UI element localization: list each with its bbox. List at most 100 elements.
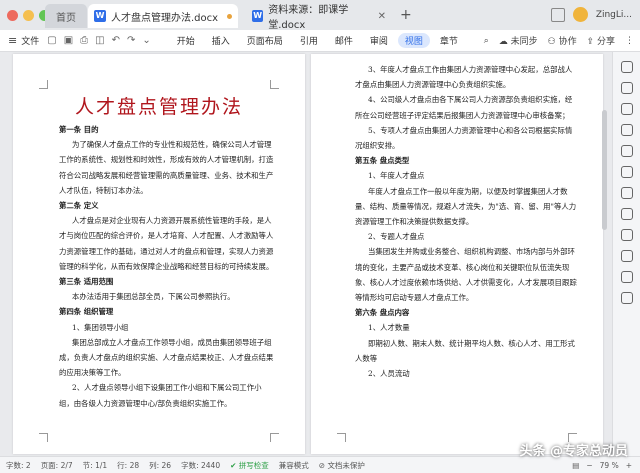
tab-layout[interactable]: 页面布局 bbox=[247, 34, 283, 47]
word-doc-icon: W bbox=[252, 10, 264, 22]
avatar[interactable] bbox=[572, 7, 588, 22]
right-tool-panel bbox=[612, 52, 640, 456]
watermark: 头条 @专家总动员 bbox=[519, 444, 628, 459]
paragraph: 为了确保人才盘点工作的专业性和规范性，确保公司人才管理工作的系统性、规划性和时效… bbox=[59, 140, 274, 195]
tab-mail[interactable]: 邮件 bbox=[335, 34, 353, 47]
status-row: 行: 28 bbox=[117, 460, 140, 470]
view-controls: ▤ − 79 % + bbox=[572, 461, 640, 470]
status-word-count[interactable]: 字数: 2440 bbox=[181, 460, 220, 471]
word-doc-icon: W bbox=[94, 10, 106, 22]
section-heading: 第五条 盘点类型 bbox=[355, 156, 410, 166]
paragraph: 本办法适用于集团总部全员，下属公司参照执行。 bbox=[72, 292, 235, 302]
crop-mark bbox=[39, 80, 48, 89]
collab-button[interactable]: ⚇ 协作 bbox=[548, 34, 577, 47]
shape-icon[interactable] bbox=[620, 124, 633, 136]
crop-mark bbox=[337, 433, 346, 442]
paragraph: 1、人才数量 bbox=[368, 323, 410, 333]
status-words[interactable]: 字数: 2 bbox=[6, 460, 31, 471]
settings-icon[interactable] bbox=[620, 229, 633, 241]
save-icon[interactable]: ▣ bbox=[64, 35, 73, 46]
spell-check-toggle[interactable]: ✔ 拼写检查 bbox=[230, 460, 269, 471]
undo-icon[interactable]: ↶ bbox=[112, 35, 120, 46]
new-tab-button[interactable]: + bbox=[400, 7, 412, 23]
menu-icon[interactable]: ≡ bbox=[8, 34, 17, 47]
close-window-button[interactable] bbox=[7, 9, 18, 21]
window-controls bbox=[7, 9, 50, 21]
document-title: 人才盘点管理办法 bbox=[74, 96, 243, 118]
tab-section[interactable]: 章节 bbox=[440, 34, 458, 47]
history-icon[interactable] bbox=[620, 271, 633, 283]
more-icon[interactable]: ⌄ bbox=[142, 35, 150, 46]
pen-icon[interactable] bbox=[620, 103, 633, 115]
ribbon-tabs: 开始 插入 页面布局 引用 邮件 审阅 视图 章节 bbox=[177, 33, 458, 48]
document-page-2[interactable]: 3、年度人才盘点工作由集团人力资源管理中心发起，总部战人才盘点由集团人力资源管理… bbox=[311, 54, 603, 454]
spell-check-label: 拼写检查 bbox=[238, 460, 269, 470]
document-page-1[interactable]: 人才盘点管理办法 第一条 目的 为了确保人才盘点工作的专业性和规范性，确保公司人才… bbox=[13, 54, 305, 454]
file-menu[interactable]: 文件 bbox=[21, 34, 39, 47]
more-menu-icon[interactable]: ⋮ bbox=[625, 36, 634, 46]
tab-home[interactable]: 首页 bbox=[45, 4, 87, 28]
paragraph: 1、年度人才盘点 bbox=[368, 171, 425, 181]
tab-reference[interactable]: 引用 bbox=[300, 34, 318, 47]
menu-right-tools: ⌕ ☁ 未同步 ⚇ 协作 ⇪ 分享 ⋮ bbox=[484, 34, 634, 48]
status-section: 节: 1/1 bbox=[82, 460, 108, 470]
translate-icon[interactable] bbox=[620, 166, 633, 178]
preview-icon[interactable]: ◫ bbox=[95, 35, 104, 46]
print-icon[interactable]: ⎙ bbox=[80, 35, 88, 46]
zoom-level[interactable]: 79 % bbox=[600, 461, 619, 470]
user-name[interactable]: ZingLi... bbox=[596, 10, 632, 20]
compass-icon[interactable] bbox=[620, 250, 633, 262]
search-icon[interactable]: ⌕ bbox=[484, 36, 489, 46]
sync-status[interactable]: ☁ 未同步 bbox=[499, 34, 538, 47]
select-icon[interactable] bbox=[620, 82, 633, 94]
paragraph: 年度人才盘点工作一般以年度为期，以便及时掌握集团人才数量、结构、质量等情况，规避… bbox=[355, 186, 577, 227]
paragraph: 当集团发生并购或业务整合、组织机构调整、市场内部与外部环境的变化，主要产品或技术… bbox=[355, 247, 577, 303]
redo-icon[interactable]: ↷ bbox=[127, 35, 135, 46]
section-heading: 第六条 盘点内容 bbox=[355, 308, 410, 318]
compat-mode: 兼容模式 bbox=[278, 460, 309, 470]
tab-view[interactable]: 视图 bbox=[397, 33, 430, 48]
section-heading: 第二条 定义 bbox=[59, 201, 99, 211]
image-icon[interactable] bbox=[620, 187, 633, 199]
paragraph: 1、集团领导小组 bbox=[72, 322, 129, 332]
status-column: 列: 26 bbox=[149, 460, 172, 470]
vertical-scrollbar[interactable] bbox=[602, 110, 607, 230]
view-mode-icon[interactable]: ▤ bbox=[572, 461, 579, 470]
adjust-icon[interactable] bbox=[620, 61, 633, 73]
page-1-body[interactable]: 第一条 目的 为了确保人才盘点工作的专业性和规范性，确保公司人才管理工作的系统性、… bbox=[59, 122, 275, 411]
tab-document-label: 人才盘点管理办法.docx bbox=[111, 12, 219, 24]
tab-document-2-label: 资料来源：即课学堂.docx bbox=[268, 5, 349, 31]
unsaved-dot-icon bbox=[227, 13, 232, 19]
window-layout-icon[interactable] bbox=[550, 7, 565, 22]
paragraph: 5、专项人才盘点由集团人力资源管理中心和各公司根据实际情况组织安排。 bbox=[355, 125, 573, 151]
new-doc-icon[interactable]: ▢ bbox=[47, 35, 56, 46]
tab-review[interactable]: 审阅 bbox=[370, 34, 388, 47]
section-heading: 第四条 组织管理 bbox=[59, 307, 114, 317]
sync-status-label: 未同步 bbox=[510, 37, 538, 47]
tab-document-active[interactable]: W 人才盘点管理办法.docx bbox=[88, 4, 238, 28]
document-canvas[interactable]: 人才盘点管理办法 第一条 目的 为了确保人才盘点工作的专业性和规范性，确保公司人才… bbox=[0, 52, 612, 456]
zoom-in-button[interactable]: + bbox=[626, 461, 632, 470]
protect-label: 文档未保护 bbox=[327, 460, 365, 470]
bookmark-icon[interactable] bbox=[620, 208, 633, 220]
tab-insert[interactable]: 插入 bbox=[212, 34, 230, 47]
crop-mark bbox=[39, 433, 48, 442]
zoom-out-button[interactable]: − bbox=[586, 461, 592, 470]
tab-home-label: 首页 bbox=[56, 12, 76, 24]
status-page[interactable]: 页面: 2/7 bbox=[41, 460, 73, 471]
paragraph: 集团总部成立人才盘点工作领导小组，成员由集团领导班子组成，负责人才盘点的组织实施… bbox=[59, 337, 274, 378]
shield-icon[interactable] bbox=[620, 145, 633, 157]
quick-tools: ▢ ▣ ⎙ ◫ ↶ ↷ ⌄ bbox=[47, 35, 151, 46]
help-icon[interactable] bbox=[620, 292, 633, 304]
minimize-window-button[interactable] bbox=[23, 9, 34, 21]
paragraph: 即期初人数、期末人数、统计期平均人数、核心人才、用工形式人数等 bbox=[355, 338, 575, 363]
tab-document-2[interactable]: W 资料来源：即课学堂.docx ✕ bbox=[246, 4, 392, 31]
close-tab-icon[interactable]: ✕ bbox=[378, 11, 386, 22]
paragraph: 3、年度人才盘点工作由集团人力资源管理中心发起，总部战人才盘点由集团人力资源管理… bbox=[355, 65, 573, 90]
protect-status[interactable]: ⊘ 文档未保护 bbox=[319, 460, 365, 471]
paragraph: 2、专题人才盘点 bbox=[368, 232, 425, 242]
share-label: 分享 bbox=[596, 37, 615, 47]
page-2-body[interactable]: 3、年度人才盘点工作由集团人力资源管理中心发起，总部战人才盘点由集团人力资源管理… bbox=[355, 62, 577, 381]
share-button[interactable]: ⇪ 分享 bbox=[587, 34, 615, 47]
tab-start[interactable]: 开始 bbox=[177, 34, 195, 47]
